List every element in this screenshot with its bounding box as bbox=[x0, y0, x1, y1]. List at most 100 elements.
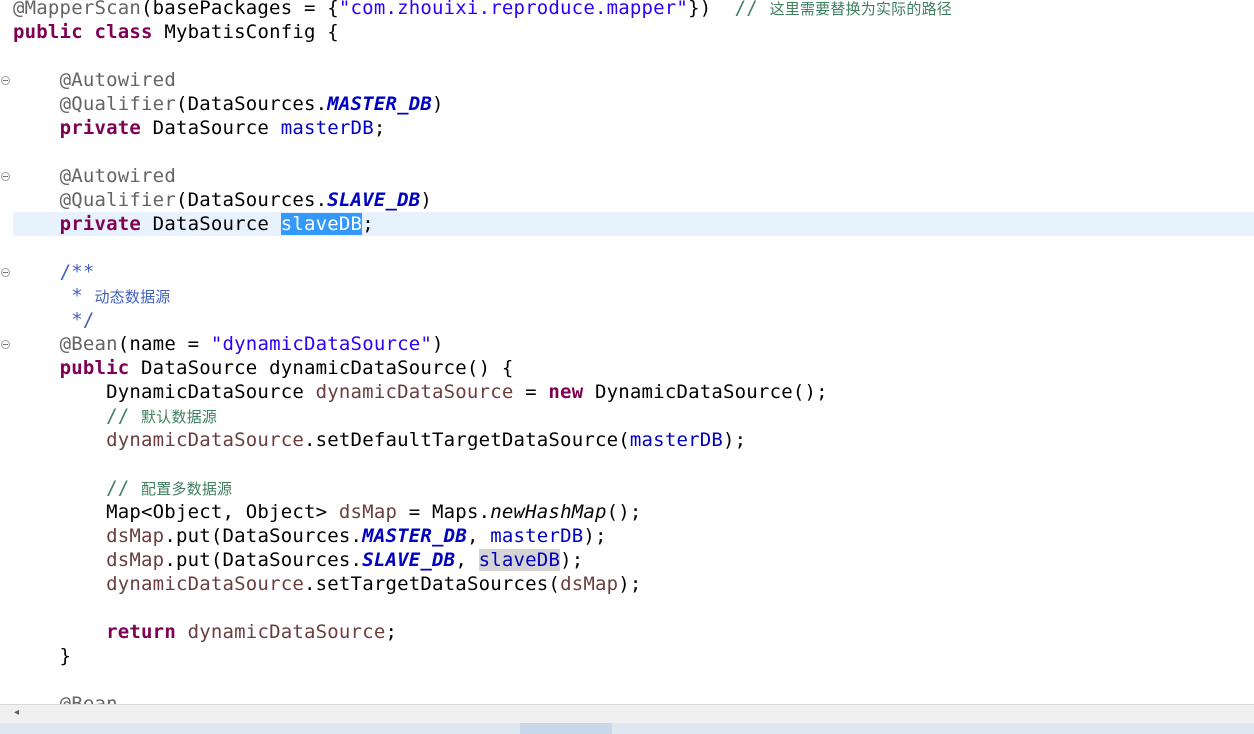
code-token: DataSource bbox=[141, 213, 281, 235]
fold-collapse-icon[interactable] bbox=[1, 172, 10, 181]
code-token: ) bbox=[432, 333, 444, 355]
code-line[interactable]: dynamicDataSource.setTargetDataSources(d… bbox=[13, 572, 642, 596]
code-line[interactable]: public class MybatisConfig { bbox=[13, 20, 339, 44]
code-line[interactable]: Map<Object, Object> dsMap = Maps.newHash… bbox=[13, 500, 642, 524]
code-line[interactable]: /** bbox=[13, 260, 95, 284]
code-token: @Autowired bbox=[59, 165, 176, 187]
code-token: private bbox=[59, 117, 142, 139]
code-token: , bbox=[466, 525, 491, 547]
horizontal-scrollbar[interactable]: ◂ bbox=[0, 704, 1254, 723]
code-token: .setTargetDataSources( bbox=[304, 573, 561, 595]
code-token: masterDB bbox=[280, 117, 374, 139]
code-token: ); bbox=[723, 429, 747, 451]
code-token: new bbox=[548, 381, 584, 403]
code-token: * bbox=[13, 285, 95, 307]
code-token: .setDefaultTargetDataSource( bbox=[304, 429, 630, 451]
code-token: ; bbox=[373, 117, 386, 139]
fold-collapse-icon[interactable] bbox=[1, 76, 10, 85]
code-line[interactable]: private DataSource masterDB; bbox=[13, 116, 386, 140]
code-token: dsMap bbox=[560, 573, 619, 595]
code-token: DynamicDataSource(); bbox=[583, 381, 828, 403]
code-token: dynamicDataSource bbox=[106, 429, 304, 451]
code-line[interactable]: @Qualifier(DataSources.SLAVE_DB) bbox=[13, 188, 432, 212]
code-token: ) bbox=[432, 93, 444, 115]
bottom-status-bar bbox=[0, 723, 1254, 734]
code-line[interactable]: private DataSource slaveDB; bbox=[13, 212, 374, 236]
code-token: (DataSources. bbox=[175, 93, 328, 115]
code-token: // bbox=[106, 405, 142, 427]
code-token: masterDB bbox=[490, 525, 584, 547]
code-token: , bbox=[455, 549, 479, 571]
code-token: SLAVE_DB bbox=[327, 189, 421, 211]
code-token: 这里需要替换为实际的路径 bbox=[769, 0, 952, 18]
code-line[interactable]: dsMap.put(DataSources.SLAVE_DB, slaveDB)… bbox=[13, 548, 583, 572]
code-token: }) bbox=[688, 0, 735, 19]
code-line[interactable]: return dynamicDataSource; bbox=[13, 620, 397, 644]
code-line[interactable]: @Autowired bbox=[13, 164, 176, 188]
code-token: @Bean bbox=[59, 693, 118, 704]
code-token: 动态数据源 bbox=[94, 288, 171, 306]
code-token: ; bbox=[385, 621, 398, 643]
code-token: */ bbox=[13, 309, 95, 331]
code-token: @Autowired bbox=[59, 69, 176, 91]
code-token: ); bbox=[618, 573, 642, 595]
code-line[interactable]: dsMap.put(DataSources.MASTER_DB, masterD… bbox=[13, 524, 607, 548]
code-editor[interactable]: @MapperScan(basePackages = {"com.zhouixi… bbox=[0, 0, 1254, 704]
code-line[interactable]: * 动态数据源 bbox=[13, 284, 171, 308]
code-token: DataSource bbox=[141, 117, 281, 139]
code-token: } bbox=[13, 645, 72, 667]
code-token: ); bbox=[583, 525, 607, 547]
code-line[interactable]: */ bbox=[13, 308, 94, 332]
code-token: .put(DataSources. bbox=[164, 549, 363, 571]
code-line[interactable]: @Bean bbox=[13, 692, 118, 704]
code-token: (name = bbox=[117, 333, 211, 355]
code-token: return bbox=[106, 621, 176, 643]
code-token: dsMap bbox=[338, 501, 398, 523]
code-line[interactable]: } bbox=[13, 644, 71, 668]
code-line[interactable]: @Qualifier(DataSources.MASTER_DB) bbox=[13, 92, 444, 116]
code-line[interactable]: @MapperScan(basePackages = {"com.zhouixi… bbox=[13, 0, 952, 20]
code-line[interactable]: // 默认数据源 bbox=[13, 404, 217, 428]
code-token: @Bean bbox=[59, 333, 118, 355]
code-token: 配置多数据源 bbox=[141, 480, 233, 498]
code-token: 默认数据源 bbox=[141, 408, 218, 426]
code-line[interactable]: @Autowired bbox=[13, 68, 176, 92]
code-token: DynamicDataSource bbox=[13, 381, 316, 403]
fold-collapse-icon[interactable] bbox=[1, 340, 10, 349]
code-line[interactable]: // 配置多数据源 bbox=[13, 476, 232, 500]
fold-collapse-icon[interactable] bbox=[1, 268, 10, 277]
code-token: SLAVE_DB bbox=[362, 549, 456, 571]
chevron-left-icon[interactable]: ◂ bbox=[14, 707, 19, 718]
status-tab[interactable] bbox=[520, 723, 612, 734]
code-token: (); bbox=[606, 501, 642, 523]
code-line[interactable]: DynamicDataSource dynamicDataSource = ne… bbox=[13, 380, 828, 404]
code-token: masterDB bbox=[629, 429, 724, 451]
code-token: @Qualifier bbox=[59, 93, 176, 115]
code-token: = Maps. bbox=[397, 501, 491, 523]
code-line[interactable]: public DataSource dynamicDataSource() { bbox=[13, 356, 514, 380]
code-line[interactable]: @Bean(name = "dynamicDataSource") bbox=[13, 332, 444, 356]
code-token: = bbox=[513, 381, 549, 403]
code-line[interactable]: dynamicDataSource.setDefaultTargetDataSo… bbox=[13, 428, 746, 452]
code-token: class bbox=[94, 21, 153, 43]
code-token: newHashMap bbox=[490, 501, 607, 523]
code-token: .put(DataSources. bbox=[164, 525, 363, 547]
code-token: ; bbox=[362, 213, 374, 235]
code-token: dynamicDataSource bbox=[315, 381, 514, 403]
code-token: dsMap bbox=[106, 525, 165, 547]
code-token: "dynamicDataSource" bbox=[210, 333, 433, 355]
